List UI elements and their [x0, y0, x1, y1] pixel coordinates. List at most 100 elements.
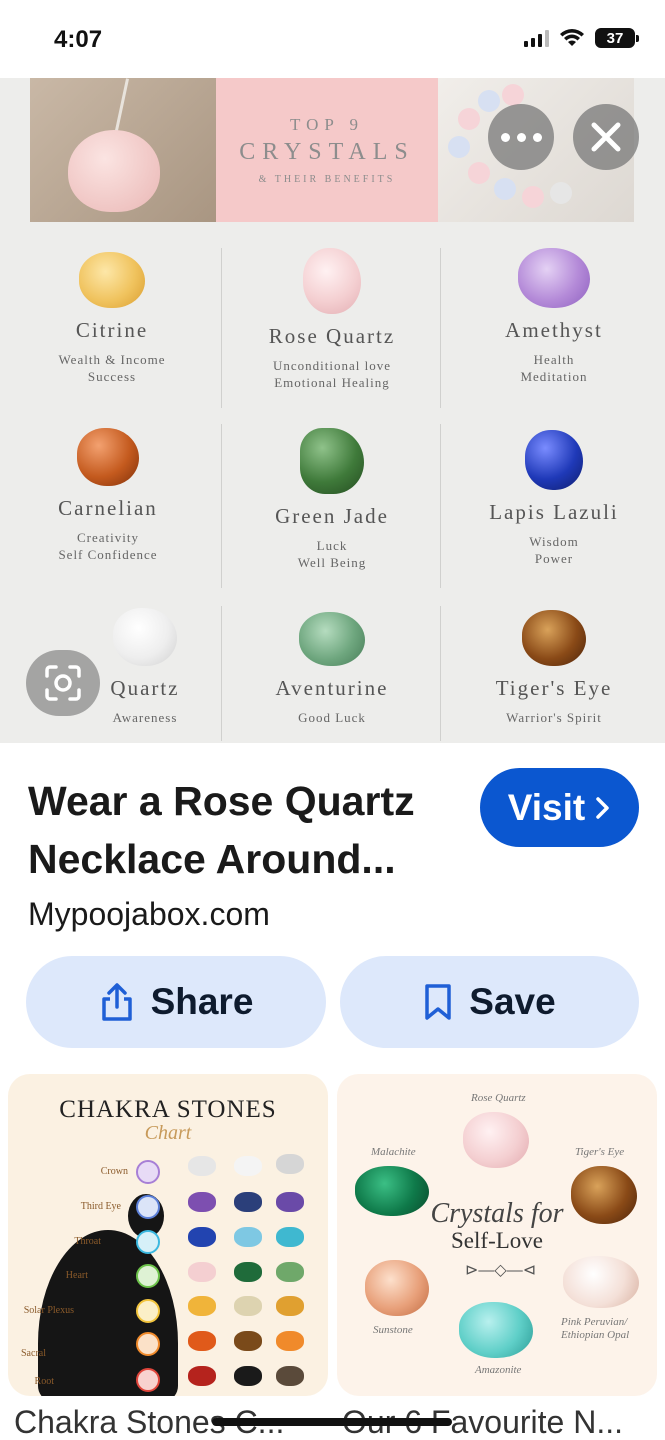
crown-chakra-dot — [136, 1160, 160, 1184]
crystal-benefit: Unconditional love — [272, 358, 391, 373]
crystal-benefit: Wealth & Income — [58, 352, 166, 367]
chakra-stone — [234, 1156, 262, 1176]
status-bar: 4:07 37 — [0, 0, 665, 78]
chakra-stone — [234, 1192, 262, 1212]
status-time: 4:07 — [54, 26, 103, 53]
crystal-benefit: Success — [87, 369, 137, 384]
crystal-cell: Lapis Lazuli Wisdom Power — [454, 430, 654, 567]
bookmark-icon — [425, 984, 452, 1020]
crystal-name: Rose Quartz — [268, 324, 396, 348]
crystal-stone — [79, 252, 145, 308]
amazonite-stone — [459, 1302, 533, 1358]
crystal-benefit: Good Luck — [298, 710, 366, 725]
crystal-benefit: Luck — [316, 538, 348, 553]
more-icon — [500, 132, 542, 142]
chakra-stone — [276, 1154, 304, 1174]
crystal-benefit: Creativity — [77, 530, 139, 545]
chakra-label: Root — [34, 1376, 54, 1387]
save-button[interactable]: Save — [340, 956, 639, 1048]
chakra-label: Crown — [100, 1166, 128, 1177]
visual-search-button[interactable] — [26, 650, 100, 716]
chakra-stone — [234, 1366, 262, 1386]
source-domain[interactable]: Mypoojabox.com — [28, 896, 270, 933]
cellular-signal-icon — [524, 29, 549, 47]
close-button[interactable] — [573, 104, 639, 170]
chakra-stone — [276, 1366, 304, 1386]
chakra-stone — [276, 1262, 304, 1282]
chakra-stone — [276, 1296, 304, 1316]
third-eye-chakra-dot — [136, 1195, 160, 1219]
chakra-label: Heart — [65, 1270, 88, 1281]
battery-icon: 37 — [595, 28, 639, 48]
crystal-benefit: Well Being — [297, 555, 367, 570]
chakra-subtitle: Chart — [144, 1122, 192, 1144]
related-pin-chakra-stones[interactable]: CHAKRA STONES Chart Crown Third Eye Thro… — [8, 1074, 328, 1396]
more-options-button[interactable] — [488, 104, 554, 170]
stone-label: Rose Quartz — [471, 1092, 526, 1104]
chakra-label: Solar Plexus — [23, 1305, 74, 1316]
visit-button[interactable]: Visit — [480, 768, 639, 847]
chakra-stone — [234, 1227, 262, 1247]
pink-opal-stone — [563, 1256, 639, 1308]
crystal-stone — [303, 248, 361, 314]
stone-label: Pink Peruvian/ Ethiopian Opal — [561, 1316, 630, 1341]
crystal-benefit: Wisdom — [529, 534, 579, 549]
visit-label: Visit — [507, 786, 586, 828]
decorative-arrow-icon: ⊳—◇—⊲ — [465, 1262, 537, 1279]
sunstone-stone — [365, 1260, 429, 1316]
save-label: Save — [469, 981, 556, 1022]
crystal-stone — [299, 612, 365, 666]
crystal-benefit: Awareness — [112, 710, 178, 725]
chakra-stone — [234, 1296, 262, 1316]
stone-label: Tiger's Eye — [575, 1146, 625, 1158]
crystal-cell: Tiger's Eye Warrior's Spirit — [454, 610, 654, 726]
crystal-name: Citrine — [75, 318, 149, 342]
crystal-name: Lapis Lazuli — [489, 500, 619, 524]
pin-image[interactable]: TOP 9 CRYSTALS & THEIR BENEFITS Citrine … — [0, 78, 665, 743]
crystal-stone — [525, 430, 583, 490]
chakra-label: Sacral — [21, 1348, 46, 1359]
crystal-cell: Aventurine Good Luck — [232, 612, 432, 726]
crystal-cell: Citrine Wealth & Income Success — [12, 252, 212, 385]
pin-title: Wear a Rose Quartz Necklace Around... — [28, 778, 415, 882]
self-love-title: Self-Love — [451, 1228, 543, 1253]
chakra-stone — [188, 1192, 216, 1212]
chakra-stone — [276, 1331, 304, 1351]
heart-chakra-dot — [136, 1264, 160, 1288]
share-button[interactable]: Share — [26, 956, 326, 1048]
crystal-benefit: Power — [534, 551, 574, 566]
rose-quartz-stone — [463, 1112, 529, 1168]
banner-subtitle: & THEIR BENEFITS — [258, 174, 396, 185]
chakra-stone — [188, 1156, 216, 1176]
battery-level: 37 — [606, 29, 624, 47]
banner-title-block: TOP 9 CRYSTALS & THEIR BENEFITS — [216, 78, 438, 222]
home-indicator[interactable] — [212, 1418, 452, 1426]
status-icons: 37 — [524, 28, 639, 48]
chakra-stone — [188, 1296, 216, 1316]
share-icon — [101, 983, 132, 1021]
crystal-benefit: Self Confidence — [58, 547, 158, 562]
share-label: Share — [150, 981, 254, 1022]
crystal-stone — [77, 428, 139, 486]
crystal-name: Green Jade — [275, 504, 389, 528]
related-pin-self-love-crystals[interactable]: Rose Quartz Malachite Tiger's Eye Crysta… — [337, 1074, 657, 1396]
crystal-cell: Green Jade Luck Well Being — [232, 428, 432, 571]
crystal-cell: Amethyst Health Meditation — [454, 248, 654, 385]
close-icon — [591, 122, 621, 152]
chakra-stone — [234, 1331, 262, 1351]
script-title: Crystals for — [430, 1198, 564, 1229]
crystal-benefit: Meditation — [520, 369, 588, 384]
chakra-label: Throat — [74, 1236, 101, 1247]
crystal-name: Carnelian — [58, 496, 158, 520]
banner-title: CRYSTALS — [239, 139, 415, 165]
crystal-stone — [518, 248, 590, 308]
sacral-chakra-dot — [136, 1332, 160, 1356]
crystal-benefit: Health — [533, 352, 575, 367]
chakra-stone — [276, 1192, 304, 1212]
crystal-name: Aventurine — [275, 676, 389, 700]
chakra-stone — [276, 1227, 304, 1247]
stone-label: Sunstone — [373, 1324, 413, 1336]
solar-plexus-chakra-dot — [136, 1299, 160, 1323]
rose-quartz-pendant-photo — [30, 78, 216, 222]
crystal-name: Tiger's Eye — [495, 676, 613, 700]
